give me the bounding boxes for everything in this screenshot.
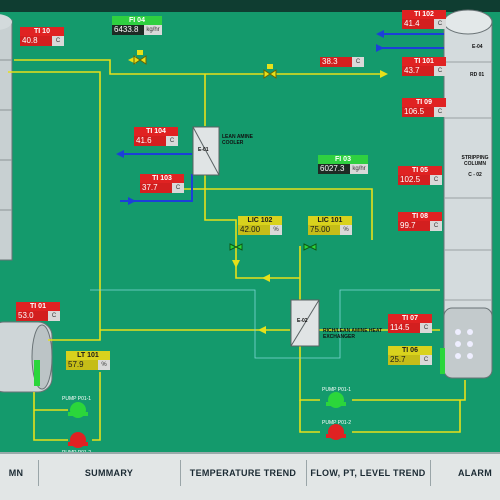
fi04-value: 6433.8 — [112, 25, 144, 35]
lic102-controller[interactable]: LIC 102 42.00% — [238, 216, 282, 235]
ti01-unit: C — [48, 311, 60, 321]
ti101-name: TI 101 — [402, 57, 446, 66]
column-id-label: C - 02 — [468, 172, 482, 178]
ti08-value: 99.7 — [398, 221, 430, 231]
ti09-name: TI 09 — [402, 98, 446, 107]
lic101-name: LIC 101 — [308, 216, 352, 225]
ti09-value: 106.5 — [402, 107, 434, 117]
e04-label: E-04 — [472, 44, 483, 50]
flow-arrows — [128, 56, 388, 334]
fi03-value: 6027.3 — [318, 164, 350, 174]
ti05-unit: C — [430, 175, 442, 185]
ti08-name: TI 08 — [398, 212, 442, 221]
ti06-value: 25.7 — [388, 355, 420, 365]
ti07-value: 114.5 — [388, 323, 420, 333]
ti09-unit: C — [434, 107, 446, 117]
column-name-label: STRIPPING COLUMN — [461, 155, 489, 167]
e01-label: E-01 — [198, 147, 209, 153]
ti08-unit: C — [430, 221, 442, 231]
ti101-indicator[interactable]: TI 101 43.7 C — [402, 57, 446, 76]
lic102-name: LIC 102 — [238, 216, 282, 225]
lic101-controller[interactable]: LIC 101 75.00% — [308, 216, 352, 235]
ti-mid-indicator[interactable]: 38.3 C — [320, 57, 364, 67]
ti06-name: TI 06 — [388, 346, 432, 355]
ti01-value: 53.0 — [16, 311, 48, 321]
ti10-indicator[interactable]: TI 10 40.8 C — [20, 27, 64, 46]
ti103-value: 37.7 — [140, 183, 172, 193]
e02-name-label: RICH/LEAN AMINE HEAT EXCHANGER — [323, 328, 383, 340]
lt101-name: LT 101 — [66, 351, 110, 360]
ti07-indicator[interactable]: TI 07 114.5 C — [388, 314, 432, 333]
navigation-bar: MN SUMMARY TEMPERATURE TREND FLOW, PT, L… — [0, 452, 500, 500]
ti103-indicator[interactable]: TI 103 37.7 C — [140, 174, 184, 193]
fi03-unit: kg/hr — [350, 164, 368, 174]
pump-label-4: PUMP P01-2 — [322, 420, 352, 426]
ti05-name: TI 05 — [398, 166, 442, 175]
tab-main[interactable]: MN — [0, 460, 39, 486]
absorber-drum — [0, 321, 53, 393]
ti104-value: 41.6 — [134, 136, 166, 146]
ti103-name: TI 103 — [140, 174, 184, 183]
lic101-unit: % — [340, 225, 352, 235]
ti07-unit: C — [420, 323, 432, 333]
fi04-name: FI 04 — [112, 16, 162, 25]
tab-summary[interactable]: SUMMARY — [38, 460, 181, 486]
ti102-value: 41.4 — [402, 19, 434, 29]
ti103-unit: C — [172, 183, 184, 193]
ti104-unit: C — [166, 136, 178, 146]
ti06-unit: C — [420, 355, 432, 365]
tab-flow-pt-level-trend[interactable]: FLOW, PT, LEVEL TREND — [306, 460, 431, 486]
rd01-label: RD 01 — [470, 72, 485, 78]
ti05-indicator[interactable]: TI 05 102.5 C — [398, 166, 442, 185]
ti10-unit: C — [52, 36, 64, 46]
ti101-value: 43.7 — [402, 66, 434, 76]
pump-label-3: PUMP P01-1 — [322, 387, 352, 393]
hmi-screen: E-01 LEAN AMINE COOLER E-02 RICH/LEAN AM… — [0, 0, 500, 500]
e01-name-label: LEAN AMINE COOLER — [222, 134, 253, 146]
lic101-value: 75.00 — [308, 225, 340, 235]
ti09-indicator[interactable]: TI 09 106.5 C — [402, 98, 446, 117]
ti05-value: 102.5 — [398, 175, 430, 185]
pump-label-1: PUMP P01-1 — [62, 396, 92, 402]
lt101-transmitter[interactable]: LT 101 57.9% — [66, 351, 110, 370]
stripping-column — [440, 9, 493, 379]
ti10-value: 40.8 — [20, 36, 52, 46]
ti10-name: TI 10 — [20, 27, 64, 36]
ti07-name: TI 07 — [388, 314, 432, 323]
ti06-indicator[interactable]: TI 06 25.7 C — [388, 346, 432, 365]
fi04-unit: kg/hr — [144, 25, 162, 35]
ti01-name: TI 01 — [16, 302, 60, 311]
ti-mid-value: 38.3 — [320, 57, 352, 67]
ti102-unit: C — [434, 19, 446, 29]
ti08-indicator[interactable]: TI 08 99.7 C — [398, 212, 442, 231]
ti-mid-unit: C — [352, 57, 364, 67]
e02-label: E-02 — [297, 318, 308, 324]
ti101-unit: C — [434, 66, 446, 76]
tab-temperature-trend[interactable]: TEMPERATURE TREND — [180, 460, 307, 486]
lic102-value: 42.00 — [238, 225, 270, 235]
fi04-indicator[interactable]: FI 04 6433.8 kg/hr — [112, 16, 162, 35]
lic102-unit: % — [270, 225, 282, 235]
ti102-name: TI 102 — [402, 10, 446, 19]
ti102-indicator[interactable]: TI 102 41.4 C — [402, 10, 446, 29]
absorber-column — [0, 14, 13, 261]
ti104-name: TI 104 — [134, 127, 178, 136]
ti01-indicator[interactable]: TI 01 53.0 C — [16, 302, 60, 321]
tab-alarm[interactable]: ALARM — [430, 460, 500, 486]
fi03-indicator[interactable]: FI 03 6027.3 kg/hr — [318, 155, 368, 174]
fi03-name: FI 03 — [318, 155, 368, 164]
lt101-value: 57.9 — [66, 360, 98, 370]
lt101-unit: % — [98, 360, 110, 370]
ti104-indicator[interactable]: TI 104 41.6 C — [134, 127, 178, 146]
process-pipes — [8, 59, 466, 441]
